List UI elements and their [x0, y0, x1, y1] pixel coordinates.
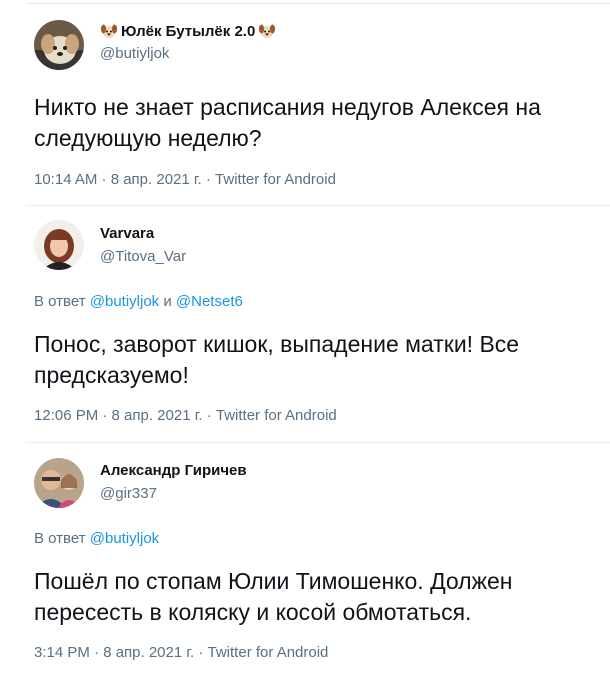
- handle[interactable]: @butiyljok: [100, 45, 169, 62]
- tweet-text: Понос, заворот кишок, выпадение матки! В…: [34, 331, 520, 388]
- avatar[interactable]: [34, 458, 84, 508]
- tweet-text: Никто не знает расписания недугов Алексе…: [34, 94, 541, 151]
- display-name: Юлёк Бутылёк 2.0: [121, 22, 256, 40]
- display-name-row[interactable]: Александр Гиричев: [100, 462, 247, 479]
- replying-to: В ответ @butiyljok: [34, 530, 159, 547]
- avatar[interactable]: [34, 20, 84, 70]
- reply-prefix: В ответ: [34, 293, 86, 310]
- replying-to: В ответ @butiyljok и @Netset6: [34, 293, 243, 310]
- tweet-1: Юлёк Бутылёк 2.0 @butiyljok Никто не зна…: [0, 0, 610, 206]
- dog-face-icon: [258, 22, 276, 40]
- top-divider: [26, 3, 610, 4]
- reply-joiner: и: [163, 293, 172, 310]
- display-name-row[interactable]: Юлёк Бутылёк 2.0: [100, 22, 276, 40]
- reply-mention-link[interactable]: @butiyljok: [90, 293, 159, 310]
- reply-mention-link[interactable]: @Netset6: [176, 293, 243, 310]
- tweet-meta[interactable]: 3:14 PM · 8 апр. 2021 г. · Twitter for A…: [34, 644, 328, 661]
- reply-mention-link[interactable]: @butiyljok: [90, 530, 159, 547]
- tweet-meta[interactable]: 12:06 PM · 8 апр. 2021 г. · Twitter for …: [34, 407, 337, 424]
- handle[interactable]: @gir337: [100, 485, 157, 502]
- avatar[interactable]: [34, 220, 84, 270]
- divider: [26, 205, 610, 206]
- tweet-meta[interactable]: 10:14 AM · 8 апр. 2021 г. · Twitter for …: [34, 171, 336, 188]
- reply-prefix: В ответ: [34, 530, 86, 547]
- display-name: Varvara: [100, 225, 155, 242]
- display-name-row[interactable]: Varvara: [100, 225, 154, 242]
- display-name: Александр Гиричев: [100, 462, 247, 479]
- handle[interactable]: @Titova_Var: [100, 248, 186, 265]
- divider: [26, 442, 610, 443]
- tweet-text: Пошёл по стопам Юлии Тимошенко. Должен п…: [34, 568, 513, 625]
- dog-face-icon: [100, 22, 118, 40]
